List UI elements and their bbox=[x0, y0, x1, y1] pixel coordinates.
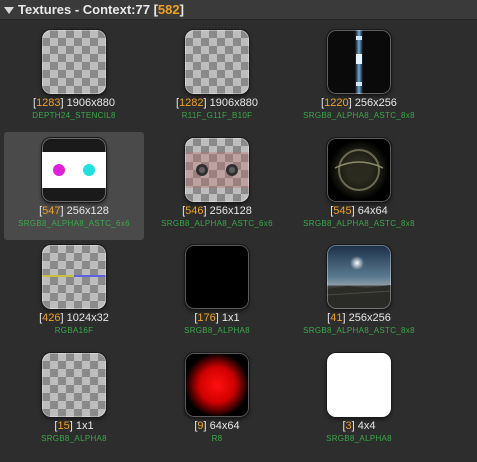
texture-dimensions: 64x64 bbox=[357, 205, 388, 217]
texture-size-label: [1282] 1906x880 bbox=[176, 97, 258, 109]
texture-size-label: [9] 64x64 bbox=[194, 420, 240, 432]
texture-index: 545 bbox=[333, 205, 352, 217]
texture-thumbnail[interactable] bbox=[185, 353, 249, 417]
texture-item[interactable]: [547] 256x128 SRGB8_ALPHA8_ASTC_6x6 bbox=[4, 132, 144, 240]
texture-size-label: [176] 1x1 bbox=[194, 312, 240, 324]
texture-format-label: SRGB8_ALPHA8_ASTC_8x8 bbox=[303, 326, 415, 335]
textures-section-header[interactable]: Textures - Context:77 [582] bbox=[0, 0, 477, 20]
texture-item[interactable]: [41] 256x256 SRGB8_ALPHA8_ASTC_8x8 bbox=[289, 239, 429, 347]
texture-item[interactable]: [1282] 1906x880 R11F_G11F_B10F bbox=[147, 24, 287, 132]
texture-index: 1282 bbox=[179, 97, 204, 109]
texture-size-label: [547] 256x128 bbox=[39, 205, 109, 217]
texture-index: 176 bbox=[197, 312, 216, 324]
texture-index: 1220 bbox=[324, 97, 349, 109]
texture-format-label: SRGB8_ALPHA8 bbox=[326, 434, 392, 443]
texture-thumbnail[interactable] bbox=[185, 30, 249, 94]
texture-thumbnail[interactable] bbox=[327, 30, 391, 94]
texture-index: 1283 bbox=[36, 97, 61, 109]
texture-dimensions: 256x256 bbox=[354, 97, 397, 109]
texture-dimensions: 1906x880 bbox=[209, 97, 258, 109]
texture-item[interactable]: [545] 64x64 SRGB8_ALPHA8_ASTC_8x8 bbox=[289, 132, 429, 240]
texture-format-label: R8 bbox=[211, 434, 223, 443]
texture-dimensions: 1x1 bbox=[75, 420, 94, 432]
texture-format-label: SRGB8_ALPHA8_ASTC_6x6 bbox=[161, 219, 273, 228]
texture-format-label: DEPTH24_STENCIL8 bbox=[32, 111, 116, 120]
texture-dimensions: 64x64 bbox=[209, 420, 240, 432]
texture-index: 3 bbox=[345, 420, 352, 432]
texture-dimensions: 256x128 bbox=[209, 205, 252, 217]
texture-item[interactable]: [546] 256x128 SRGB8_ALPHA8_ASTC_6x6 bbox=[147, 132, 287, 240]
texture-format-label: SRGB8_ALPHA8_ASTC_8x8 bbox=[303, 219, 415, 228]
section-title: Textures - Context:77 [582] bbox=[18, 2, 184, 17]
texture-index: 9 bbox=[197, 420, 204, 432]
texture-thumbnail[interactable] bbox=[185, 245, 249, 309]
textures-panel: Textures - Context:77 [582] [1283] 1906x… bbox=[0, 0, 477, 462]
texture-thumbnail[interactable] bbox=[42, 245, 106, 309]
texture-format-label: SRGB8_ALPHA8_ASTC_6x6 bbox=[18, 219, 130, 228]
texture-size-label: [15] 1x1 bbox=[54, 420, 94, 432]
texture-thumbnail[interactable] bbox=[185, 138, 249, 202]
texture-index: 546 bbox=[185, 205, 204, 217]
texture-count: 582 bbox=[157, 2, 180, 17]
texture-size-label: [426] 1024x32 bbox=[39, 312, 109, 324]
texture-item[interactable]: [176] 1x1 SRGB8_ALPHA8 bbox=[147, 239, 287, 347]
texture-format-label: SRGB8_ALPHA8 bbox=[41, 434, 107, 443]
collapse-triangle-icon[interactable] bbox=[4, 6, 14, 14]
texture-dimensions: 256x128 bbox=[66, 205, 109, 217]
texture-thumbnail[interactable] bbox=[327, 138, 391, 202]
texture-size-label: [1220] 256x256 bbox=[321, 97, 397, 109]
texture-thumbnail[interactable] bbox=[327, 353, 391, 417]
texture-thumbnail[interactable] bbox=[42, 30, 106, 94]
texture-dimensions: 4x4 bbox=[357, 420, 376, 432]
texture-format-label: SRGB8_ALPHA8 bbox=[184, 326, 250, 335]
texture-index: 41 bbox=[330, 312, 343, 324]
texture-size-label: [1283] 1906x880 bbox=[33, 97, 115, 109]
texture-dimensions: 1x1 bbox=[221, 312, 240, 324]
texture-index: 426 bbox=[42, 312, 61, 324]
texture-item[interactable]: [1283] 1906x880 DEPTH24_STENCIL8 bbox=[4, 24, 144, 132]
texture-thumbnail[interactable] bbox=[42, 353, 106, 417]
texture-format-label: R11F_G11F_B10F bbox=[181, 111, 253, 120]
texture-size-label: [545] 64x64 bbox=[330, 205, 388, 217]
texture-thumbnail[interactable] bbox=[327, 245, 391, 309]
texture-dimensions: 1024x32 bbox=[66, 312, 109, 324]
texture-dimensions: 256x256 bbox=[348, 312, 391, 324]
texture-item[interactable]: [15] 1x1 SRGB8_ALPHA8 bbox=[4, 347, 144, 455]
texture-index: 547 bbox=[42, 205, 61, 217]
texture-item[interactable]: [3] 4x4 SRGB8_ALPHA8 bbox=[289, 347, 429, 455]
texture-item[interactable]: [426] 1024x32 RGBA16F bbox=[4, 239, 144, 347]
texture-size-label: [41] 256x256 bbox=[327, 312, 391, 324]
texture-size-label: [546] 256x128 bbox=[182, 205, 252, 217]
texture-format-label: SRGB8_ALPHA8_ASTC_8x8 bbox=[303, 111, 415, 120]
texture-size-label: [3] 4x4 bbox=[342, 420, 376, 432]
texture-item[interactable]: [9] 64x64 R8 bbox=[147, 347, 287, 455]
texture-index: 15 bbox=[57, 420, 70, 432]
texture-dimensions: 1906x880 bbox=[66, 97, 115, 109]
texture-format-label: RGBA16F bbox=[54, 326, 94, 335]
texture-thumbnail[interactable] bbox=[42, 138, 106, 202]
texture-item[interactable]: [1220] 256x256 SRGB8_ALPHA8_ASTC_8x8 bbox=[289, 24, 429, 132]
